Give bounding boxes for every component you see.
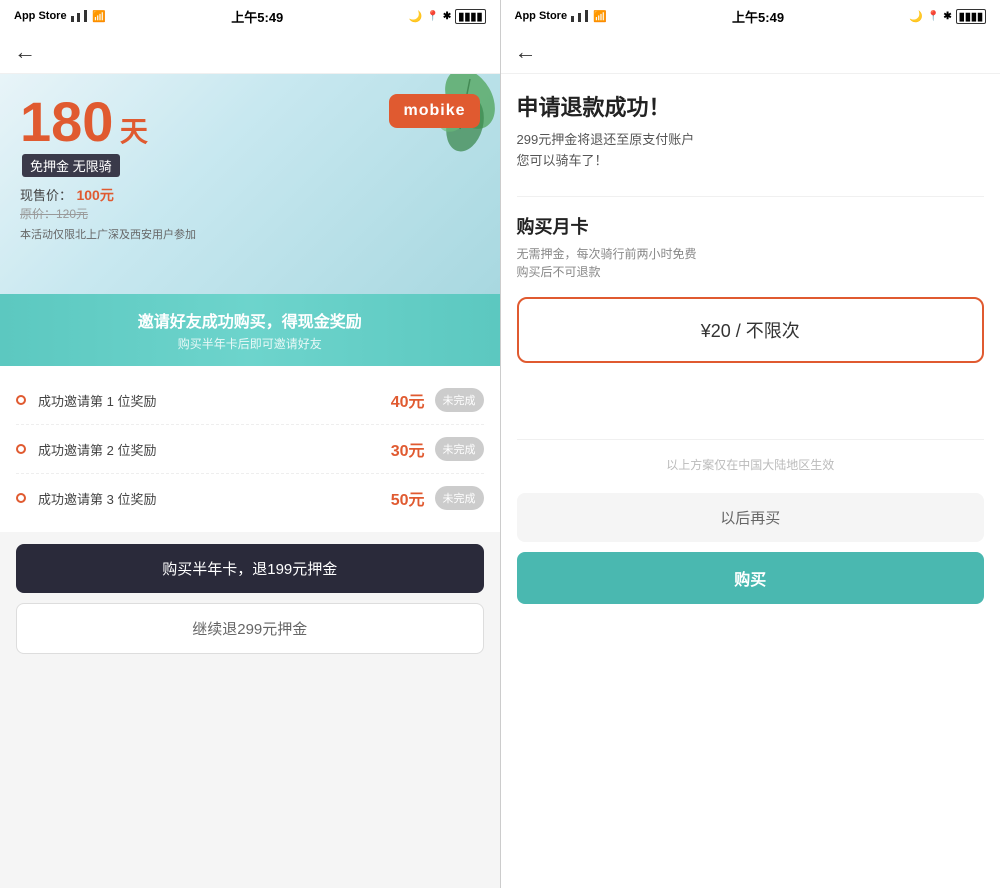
- reward-dot-2: [16, 493, 26, 503]
- left-status-left: App Store 📶: [14, 10, 106, 23]
- invite-ribbon-title: 邀请好友成功购买，得现金奖励: [14, 308, 486, 332]
- monthly-card-desc: 无需押金，每次骑行前两小时免费 购买后不可退款: [517, 245, 985, 281]
- reward-item-1: 成功邀请第 2 位奖励 30元 未完成: [16, 425, 484, 474]
- spacer: [517, 383, 985, 423]
- right-carrier: App Store: [515, 10, 568, 22]
- hero-price-row: 现售价： 100元: [20, 185, 480, 205]
- left-moon-icon: 🌙: [409, 10, 423, 23]
- divider-1: [517, 196, 985, 197]
- price-card-text: ¥20 / 不限次: [701, 321, 800, 341]
- right-battery-icon: ▮▮▮▮: [956, 9, 986, 24]
- success-desc: 299元押金将退还至原支付账户 您可以骑车了！: [517, 130, 985, 172]
- reward-amount-2: 50元: [391, 486, 425, 510]
- right-bluetooth-icon: ✱: [943, 11, 951, 22]
- right-moon-icon: 🌙: [909, 10, 923, 23]
- price-card[interactable]: ¥20 / 不限次: [517, 297, 985, 363]
- hero-badge: 免押金 无限骑: [22, 154, 120, 177]
- continue-refund-button[interactable]: 继续退299元押金: [16, 603, 484, 654]
- right-status-left: App Store 📶: [515, 10, 607, 23]
- left-bottom-buttons: 购买半年卡，退199元押金 继续退299元押金: [0, 532, 500, 666]
- right-signal-icon: [571, 10, 589, 22]
- left-bluetooth-icon: ✱: [443, 11, 451, 22]
- left-status-right: 🌙 📍 ✱ ▮▮▮▮: [409, 9, 486, 24]
- reward-amount-0: 40元: [391, 388, 425, 412]
- hero-banner: 180 天 免押金 无限骑 现售价： 100元 原价：120元 本活动仅限北上广…: [0, 74, 500, 294]
- reward-dot-0: [16, 395, 26, 405]
- divider-2: [517, 439, 985, 440]
- left-back-button[interactable]: ←: [14, 39, 36, 65]
- left-carrier: App Store: [14, 10, 67, 22]
- reward-btn-0[interactable]: 未完成: [435, 388, 484, 412]
- right-status-right: 🌙 📍 ✱ ▮▮▮▮: [909, 9, 986, 24]
- reward-item-0: 成功邀请第 1 位奖励 40元 未完成: [16, 376, 484, 425]
- hero-days: 180: [20, 90, 113, 153]
- right-main-content: 申请退款成功！ 299元押金将退还至原支付账户 您可以骑车了！ 购买月卡 无需押…: [501, 74, 1000, 888]
- later-button[interactable]: 以后再买: [517, 493, 985, 542]
- right-time: 上午5:49: [732, 7, 784, 26]
- right-location-icon: 📍: [927, 11, 939, 22]
- invite-ribbon-sub: 购买半年卡后即可邀请好友: [14, 335, 486, 352]
- reward-text-2: 成功邀请第 3 位奖励: [38, 489, 391, 508]
- left-nav-bar: ←: [0, 30, 500, 74]
- left-main-content: 180 天 免押金 无限骑 现售价： 100元 原价：120元 本活动仅限北上广…: [0, 74, 500, 888]
- reward-amount-1: 30元: [391, 437, 425, 461]
- left-time: 上午5:49: [231, 7, 283, 26]
- left-wifi-icon: 📶: [92, 10, 106, 23]
- left-signal-icon: [71, 10, 89, 22]
- left-status-bar: App Store 📶 上午5:49 🌙 📍 ✱ ▮▮▮▮: [0, 0, 500, 30]
- hero-note: 本活动仅限北上广深及西安用户参加: [20, 226, 480, 242]
- reward-btn-1[interactable]: 未完成: [435, 437, 484, 461]
- mobike-logo-area: mobike: [389, 94, 479, 128]
- right-phone-screen: App Store 📶 上午5:49 🌙 📍 ✱ ▮▮▮▮ ← 申请退款成功！ …: [501, 0, 1000, 888]
- buy-half-year-button[interactable]: 购买半年卡，退199元押金: [16, 544, 484, 593]
- success-title: 申请退款成功！: [517, 90, 985, 122]
- buy-button[interactable]: 购买: [517, 552, 985, 604]
- reward-btn-2[interactable]: 未完成: [435, 486, 484, 510]
- right-wifi-icon: 📶: [593, 10, 607, 23]
- hero-days-unit: 天: [120, 116, 148, 147]
- hero-price-value: 100元: [76, 187, 113, 203]
- left-location-icon: 📍: [426, 11, 438, 22]
- left-phone-screen: App Store 📶 上午5:49 🌙 📍 ✱ ▮▮▮▮ ←: [0, 0, 500, 888]
- left-battery-icon: ▮▮▮▮: [455, 9, 485, 24]
- reward-dot-1: [16, 444, 26, 454]
- right-status-bar: App Store 📶 上午5:49 🌙 📍 ✱ ▮▮▮▮: [501, 0, 1000, 30]
- right-back-button[interactable]: ←: [515, 39, 537, 65]
- region-note: 以上方案仅在中国大陆地区生效: [517, 456, 985, 473]
- monthly-card-title: 购买月卡: [517, 213, 985, 239]
- mobike-logo: mobike: [389, 94, 479, 128]
- reward-text-0: 成功邀请第 1 位奖励: [38, 391, 391, 410]
- reward-item-2: 成功邀请第 3 位奖励 50元 未完成: [16, 474, 484, 522]
- hero-original-price: 原价：120元: [20, 205, 480, 222]
- hero-price-label: 现售价：: [20, 188, 72, 203]
- invite-ribbon: 邀请好友成功购买，得现金奖励 购买半年卡后即可邀请好友: [0, 294, 500, 366]
- right-nav-bar: ←: [501, 30, 1000, 74]
- reward-text-1: 成功邀请第 2 位奖励: [38, 440, 391, 459]
- reward-list: 成功邀请第 1 位奖励 40元 未完成 成功邀请第 2 位奖励 30元 未完成 …: [0, 366, 500, 532]
